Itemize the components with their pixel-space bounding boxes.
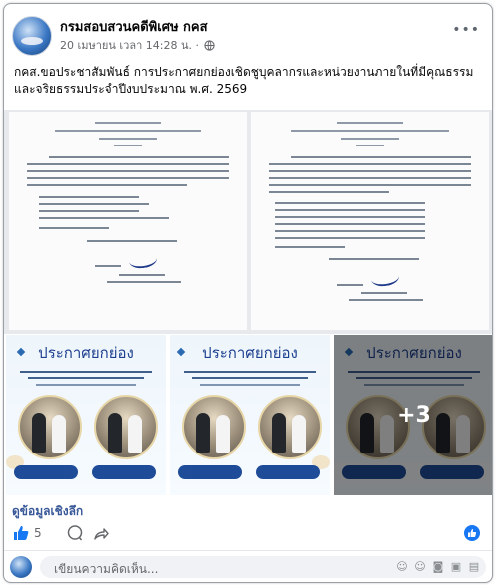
card-title: ประกาศยกย่อง (38, 344, 134, 362)
post-text: กคส.ขอประชาสัมพันธ์ การประกาศยกย่องเชิดช… (14, 65, 474, 96)
emoji-icon[interactable]: ☺ (396, 561, 408, 573)
document-image-2[interactable] (251, 112, 489, 330)
photo-card-1[interactable]: ประกาศยกย่อง (6, 335, 166, 495)
more-icon[interactable]: ••• (452, 22, 480, 38)
gif-icon[interactable]: ▣ (450, 561, 462, 573)
more-photos-count[interactable]: +3 (334, 403, 492, 428)
share-icon[interactable] (92, 524, 110, 542)
page-name[interactable]: กรมสอบสวนคดีพิเศษ กคส (60, 16, 208, 37)
card-title: ประกาศยกย่อง (202, 344, 298, 362)
photo-card-2[interactable]: ประกาศยกย่อง (170, 335, 330, 495)
attach-icon[interactable]: ▤ (468, 561, 480, 573)
action-bar: 5 (4, 522, 492, 548)
post-header: กรมสอบสวนคดีพิเศษ กคส 20 เมษายน เวลา 14:… (4, 4, 492, 62)
camera-icon[interactable]: ◙ (432, 561, 444, 573)
document-image-1[interactable] (9, 112, 247, 330)
post-timestamp[interactable]: 20 เมษายน เวลา 14:28 น. · (60, 39, 199, 52)
comment-icon[interactable] (66, 524, 84, 542)
facebook-post: กรมสอบสวนคดีพิเศษ กคส 20 เมษายน เวลา 14:… (3, 3, 493, 583)
divider (4, 550, 492, 551)
like-reaction-icon[interactable] (464, 525, 480, 541)
insights-link[interactable]: ดูข้อมูลเชิงลึก (12, 502, 83, 521)
sticker-icon[interactable]: ☺ (414, 561, 426, 573)
comment-box: เขียนความคิดเห็น... ☺ ☺ ◙ ▣ ▤ (10, 556, 486, 580)
comment-input[interactable]: เขียนความคิดเห็น... ☺ ☺ ◙ ▣ ▤ (40, 556, 486, 578)
post-meta: 20 เมษายน เวลา 14:28 น. · (60, 36, 216, 54)
document-images[interactable] (4, 110, 492, 334)
like-count[interactable]: 5 (34, 526, 42, 540)
like-icon[interactable] (12, 524, 30, 542)
photo-card-3[interactable]: ประกาศยกย่อง +3 (334, 335, 492, 495)
page-avatar[interactable] (12, 16, 52, 56)
globe-icon (204, 40, 216, 54)
comment-placeholder: เขียนความคิดเห็น... (54, 562, 159, 576)
commenter-avatar (10, 556, 32, 578)
photo-grid: ประกาศยกย่อง ประกาศยกย่อง ประกาศยกย่อง +… (4, 335, 492, 497)
